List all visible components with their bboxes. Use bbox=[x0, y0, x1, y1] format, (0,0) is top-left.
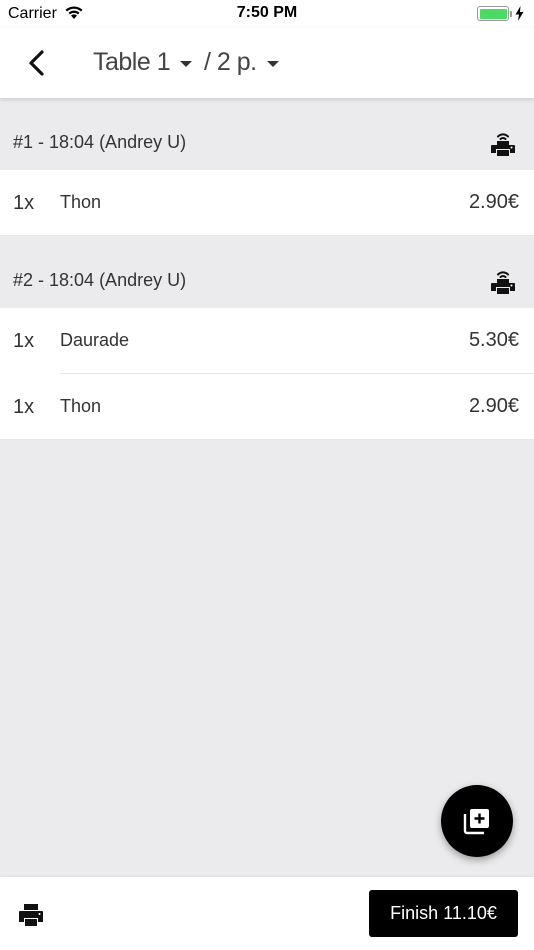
chevron-left-icon bbox=[29, 50, 44, 76]
persons-selector[interactable]: / 2 p. bbox=[204, 48, 279, 77]
finish-button[interactable]: Finish 11.10€ bbox=[369, 890, 518, 937]
printer-icon bbox=[19, 904, 43, 926]
item-quantity: 1x bbox=[13, 330, 35, 352]
order-header: #2 - 18:04 (Andrey U) bbox=[0, 236, 534, 308]
item-quantity: 1x bbox=[13, 192, 35, 214]
item-name: Thon bbox=[60, 192, 102, 212]
order-title: #2 - 18:04 (Andrey U) bbox=[13, 270, 187, 290]
order-print-button[interactable] bbox=[489, 130, 517, 158]
wireless-printer-icon bbox=[491, 133, 515, 156]
divider bbox=[0, 439, 534, 440]
order-header: #1 - 18:04 (Andrey U) bbox=[0, 98, 534, 170]
order-item-row[interactable]: 1x Thon 2.90€ bbox=[0, 374, 534, 440]
table-label: Table 1 bbox=[93, 48, 171, 76]
add-order-fab[interactable] bbox=[441, 785, 513, 857]
item-name: Daurade bbox=[60, 330, 130, 350]
back-button[interactable] bbox=[20, 46, 54, 80]
caret-down-icon bbox=[266, 61, 279, 67]
bottom-bar: Finish 11.10€ bbox=[0, 877, 534, 950]
order-item-row[interactable]: 1x Daurade 5.30€ bbox=[0, 308, 534, 374]
item-name: Thon bbox=[60, 396, 102, 416]
print-bill-button[interactable] bbox=[17, 901, 45, 929]
order-title: #1 - 18:04 (Andrey U) bbox=[13, 132, 187, 152]
add-to-queue-icon bbox=[463, 809, 489, 835]
battery-icon bbox=[477, 6, 524, 21]
status-bar: Carrier 7:50 PM bbox=[0, 0, 534, 28]
table-selector[interactable]: Table 1 bbox=[93, 48, 193, 77]
item-quantity: 1x bbox=[13, 396, 35, 418]
order-print-button[interactable] bbox=[489, 268, 517, 296]
charging-bolt-icon bbox=[515, 6, 524, 21]
persons-label: / 2 p. bbox=[204, 48, 257, 76]
nav-header: Table 1 / 2 p. bbox=[0, 28, 534, 98]
caret-down-icon bbox=[180, 61, 193, 67]
order-item-row[interactable]: 1x Thon 2.90€ bbox=[0, 170, 534, 236]
item-price: 2.90€ bbox=[468, 191, 519, 213]
status-time: 7:50 PM bbox=[236, 4, 298, 21]
item-price: 5.30€ bbox=[468, 329, 519, 351]
wireless-printer-icon bbox=[491, 271, 515, 294]
item-price: 2.90€ bbox=[468, 395, 519, 417]
